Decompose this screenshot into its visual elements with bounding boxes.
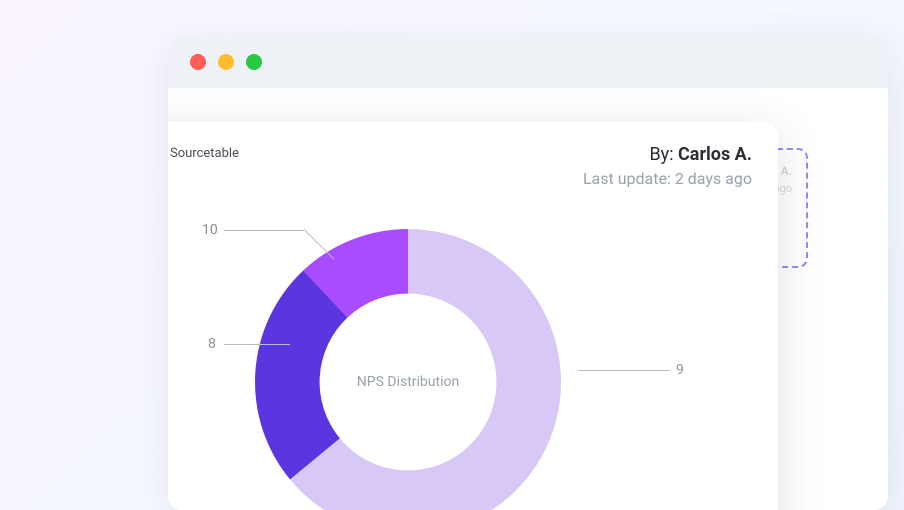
brand: Sourcetable — [168, 144, 239, 162]
by-author: Carlos A. — [678, 144, 752, 165]
updated-text: Last update: 2 days ago — [583, 169, 752, 188]
leader-line — [224, 344, 290, 345]
leader-line — [578, 370, 670, 371]
brand-name: Sourcetable — [170, 146, 239, 161]
report-card: Sourcetable By: Carlos A. Last update: 2… — [168, 122, 778, 510]
traffic-lights — [190, 54, 262, 70]
browser-window: By: Carlos A. Last update: 2 days ago So… — [168, 36, 888, 510]
maximize-icon[interactable] — [246, 54, 262, 70]
close-icon[interactable] — [190, 54, 206, 70]
donut-chart: NPS Distribution — [238, 212, 578, 510]
slice-label-8: 8 — [208, 336, 216, 352]
slice-label-10: 10 — [202, 222, 218, 238]
byline: By: Carlos A. — [583, 144, 752, 165]
leader-line — [224, 230, 304, 231]
window-titlebar — [168, 36, 888, 88]
card-header: Sourcetable By: Carlos A. Last update: 2… — [168, 144, 752, 188]
slice-label-9: 9 — [676, 362, 684, 378]
minimize-icon[interactable] — [218, 54, 234, 70]
by-prefix: By: — [649, 144, 678, 165]
card-meta: By: Carlos A. Last update: 2 days ago — [583, 144, 752, 188]
chart-center-label: NPS Distribution — [238, 212, 578, 510]
browser-content: By: Carlos A. Last update: 2 days ago So… — [168, 88, 888, 510]
